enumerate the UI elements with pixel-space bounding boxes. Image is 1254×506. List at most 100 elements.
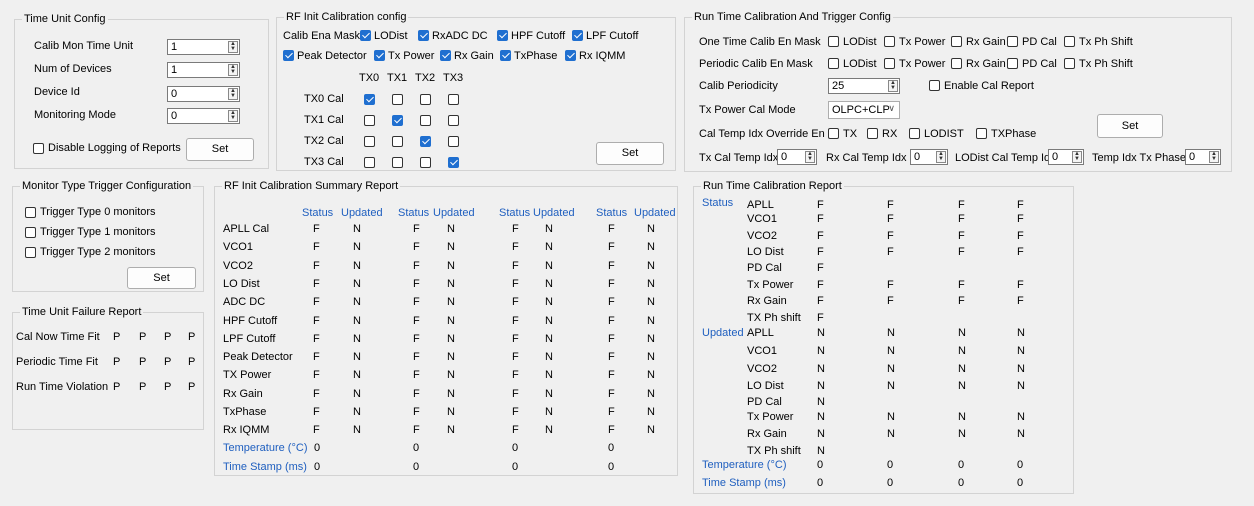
mask-rx-iqmm-label: Rx IQMM — [579, 50, 626, 62]
lodist-cal-temp-idx-spinbox[interactable]: 0 ▲ ▼ — [1048, 149, 1084, 165]
one-time-mask-checkbox[interactable] — [1007, 36, 1018, 47]
override-tx-checkbox[interactable] — [828, 128, 839, 139]
mask-rx-iqmm-checkbox[interactable] — [565, 50, 576, 61]
spin-arrows-icon[interactable]: ▲ ▼ — [1209, 151, 1219, 163]
tx-cal-checkbox[interactable] — [448, 136, 459, 147]
summary-status-header: Status — [302, 207, 334, 219]
run-time-updated-value: N — [958, 380, 966, 392]
tx-cal-checkbox[interactable] — [392, 136, 403, 147]
run-time-status-value: F — [817, 246, 824, 258]
run-time-status-value: F — [958, 199, 965, 211]
failure-value: P — [139, 331, 147, 343]
override-rx-checkbox[interactable] — [867, 128, 878, 139]
summary-value: N — [647, 259, 655, 272]
one-time-mask-label: Tx Ph Shift — [1079, 36, 1133, 48]
summary-value: N — [545, 424, 553, 437]
run-time-updated-value: N — [887, 345, 895, 357]
run-time-set-button[interactable]: Set — [1097, 114, 1163, 138]
calib-mon-time-unit-spinbox[interactable]: 1 ▲ ▼ — [167, 39, 240, 55]
rx-cal-temp-idx-spinbox[interactable]: 0 ▲ ▼ — [910, 149, 948, 165]
one-time-mask-checkbox[interactable] — [828, 36, 839, 47]
tx-cal-checkbox[interactable] — [448, 115, 459, 126]
spin-arrows-icon[interactable]: ▲ ▼ — [805, 151, 815, 163]
monitoring-mode-spinbox[interactable]: 0 ▲ ▼ — [167, 108, 240, 124]
tx-cal-checkbox[interactable] — [420, 115, 431, 126]
rf-init-set-button[interactable]: Set — [596, 142, 664, 165]
run-time-status-label: Status — [702, 197, 734, 209]
enable-cal-report-checkbox[interactable] — [929, 80, 940, 91]
spin-arrows-icon[interactable]: ▲ ▼ — [888, 80, 898, 92]
trigger-type-0-checkbox[interactable] — [25, 207, 36, 218]
one-time-calib-label: One Time Calib En Mask — [699, 36, 821, 48]
summary-value: N — [545, 406, 553, 418]
summary-value: F — [313, 369, 320, 382]
tx-col-header: TX0 — [359, 72, 380, 84]
trigger-type-1-checkbox[interactable] — [25, 227, 36, 238]
time-unit-set-button[interactable]: Set — [186, 138, 254, 161]
summary-value: N — [647, 351, 655, 364]
tx-cal-checkbox[interactable] — [420, 157, 431, 168]
periodic-mask-checkbox[interactable] — [1007, 58, 1018, 69]
mask-peak-detector-checkbox[interactable] — [283, 50, 294, 61]
tx-cal-checkbox[interactable] — [364, 157, 375, 168]
mask-lodist-checkbox[interactable] — [360, 30, 371, 41]
tx-power-cal-mode-select[interactable]: OLPC+CLP ∨ — [828, 101, 900, 119]
spin-arrows-icon[interactable]: ▲ ▼ — [228, 110, 238, 122]
periodic-mask-checkbox[interactable] — [828, 58, 839, 69]
mask-tx-power-checkbox[interactable] — [374, 50, 385, 61]
one-time-mask-checkbox[interactable] — [884, 36, 895, 47]
monitor-trigger-set-button[interactable]: Set — [127, 267, 196, 289]
periodic-mask-label: PD Cal — [1022, 58, 1057, 70]
tx-cal-checkbox[interactable] — [392, 115, 403, 126]
mask-rxadc-dc-checkbox[interactable] — [418, 30, 429, 41]
periodic-mask-checkbox[interactable] — [1064, 58, 1075, 69]
mask-txphase-checkbox[interactable] — [500, 50, 511, 61]
one-time-mask-checkbox[interactable] — [1064, 36, 1075, 47]
tx-cal-checkbox[interactable] — [392, 157, 403, 168]
tx-cal-checkbox[interactable] — [448, 157, 459, 168]
run-time-status-value: F — [1017, 213, 1024, 225]
summary-value: F — [608, 223, 615, 235]
spin-arrows-icon[interactable]: ▲ ▼ — [936, 151, 946, 163]
tx-cal-checkbox[interactable] — [392, 94, 403, 105]
override-lodist-checkbox[interactable] — [909, 128, 920, 139]
trigger-type-2-checkbox[interactable] — [25, 247, 36, 258]
tx-cal-checkbox[interactable] — [448, 94, 459, 105]
spin-arrows-icon[interactable]: ▲ ▼ — [228, 41, 238, 53]
tx-cal-temp-idx-label: Tx Cal Temp Idx — [699, 152, 779, 164]
summary-value: F — [608, 241, 615, 254]
override-txphase-checkbox[interactable] — [976, 128, 987, 139]
summary-value: N — [647, 296, 655, 309]
tx-cal-checkbox[interactable] — [364, 94, 375, 105]
run-time-updated-value: N — [887, 363, 895, 375]
summary-value: F — [512, 223, 519, 235]
spin-arrows-icon[interactable]: ▲ ▼ — [228, 64, 238, 76]
one-time-mask-checkbox[interactable] — [951, 36, 962, 47]
tx-cal-checkbox[interactable] — [420, 136, 431, 147]
mask-lpf-cutoff-checkbox[interactable] — [572, 30, 583, 41]
tx-cal-checkbox[interactable] — [364, 136, 375, 147]
spin-arrows-icon[interactable]: ▲ ▼ — [228, 88, 238, 100]
calib-periodicity-spinbox[interactable]: 25 ▲ ▼ — [828, 78, 900, 94]
mask-hpf-cutoff-checkbox[interactable] — [497, 30, 508, 41]
run-time-temperature-value: 0 — [817, 459, 824, 471]
tx-cal-temp-idx-spinbox[interactable]: 0 ▲ ▼ — [777, 149, 817, 165]
device-id-spinbox[interactable]: 0 ▲ ▼ — [167, 86, 240, 102]
summary-updated-header: Updated — [433, 207, 475, 219]
periodic-mask-checkbox[interactable] — [951, 58, 962, 69]
tx-cal-checkbox[interactable] — [420, 94, 431, 105]
run-time-status-value: F — [817, 295, 824, 307]
temp-idx-tx-phase-spinbox[interactable]: 0 ▲ ▼ — [1185, 149, 1221, 165]
run-time-cal-config-title: Run Time Calibration And Trigger Config — [692, 11, 893, 24]
summary-row-label: VCO1 — [223, 241, 253, 254]
mask-lodist-label: LODist — [374, 30, 408, 42]
summary-value: F — [512, 314, 519, 327]
disable-logging-checkbox[interactable] — [33, 143, 44, 154]
spin-arrows-icon[interactable]: ▲ ▼ — [1072, 151, 1082, 163]
periodic-mask-checkbox[interactable] — [884, 58, 895, 69]
run-time-status-row-label: Tx Power — [747, 279, 794, 291]
tx-cal-checkbox[interactable] — [364, 115, 375, 126]
num-devices-spinbox[interactable]: 1 ▲ ▼ — [167, 62, 240, 78]
mask-rx-gain-checkbox[interactable] — [440, 50, 451, 61]
summary-value: N — [647, 277, 655, 290]
